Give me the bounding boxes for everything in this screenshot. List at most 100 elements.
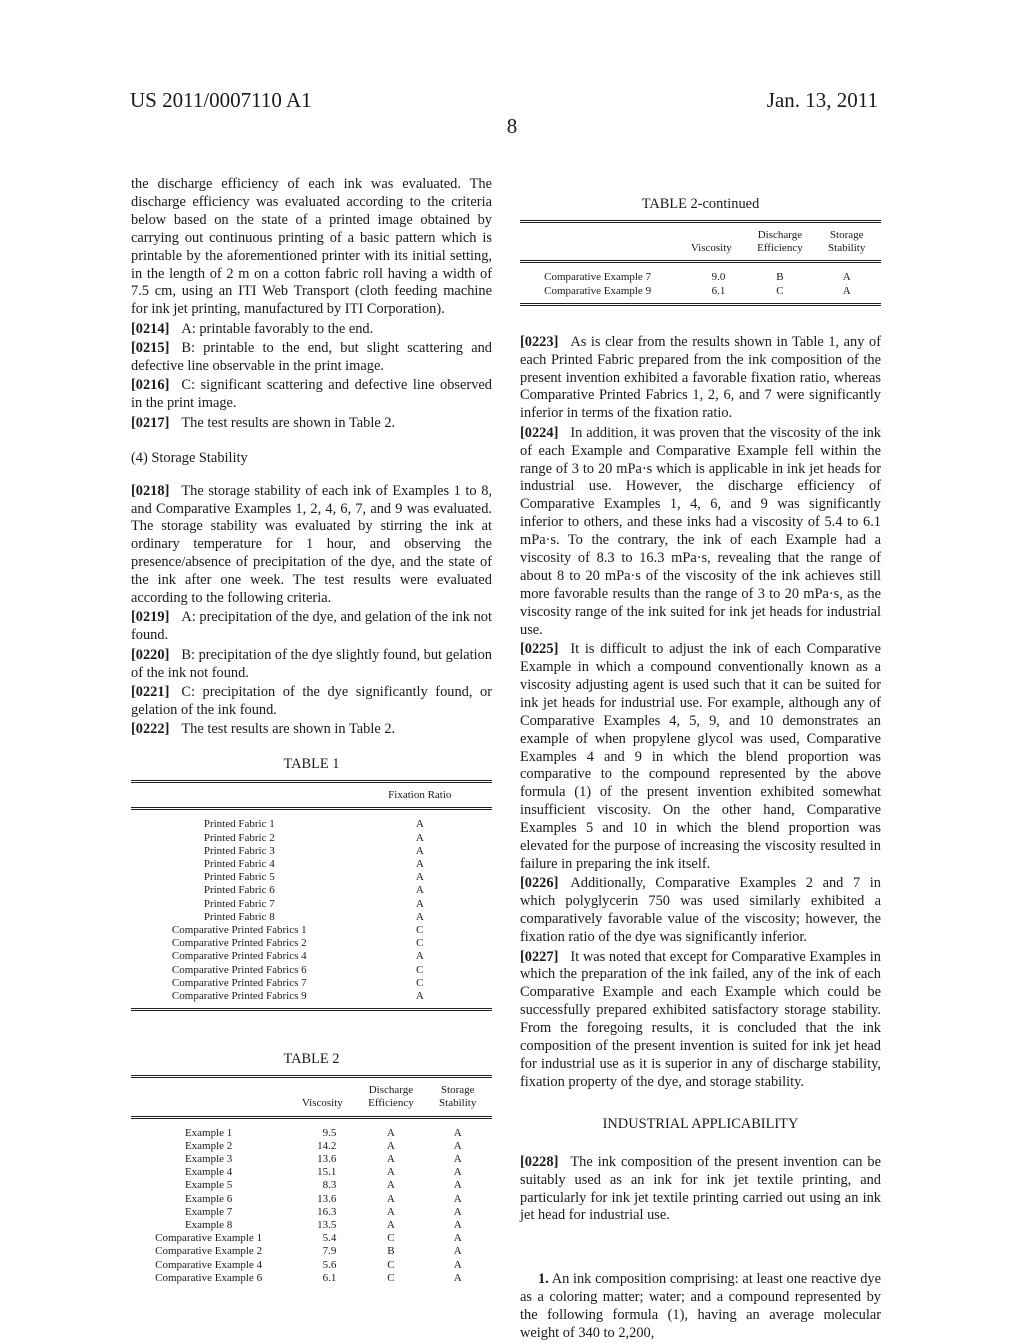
table-row: Comparative Example 2 7.9 B A: [131, 1245, 492, 1258]
row-label: Printed Fabric 5: [203, 871, 275, 884]
table-row: Printed Fabric 2 A: [131, 832, 492, 845]
paragraph-0215: [0215] B: printable to the end, but sligh…: [131, 340, 492, 376]
row-label: Printed Fabric 3: [203, 844, 275, 857]
table-cell: A: [453, 1126, 462, 1139]
paragraph-0225: [0225] It is difficult to adjust the ink …: [520, 641, 881, 874]
table-cell: A: [415, 858, 424, 870]
paragraph-number: [0214]: [131, 320, 170, 337]
row-label: Comparative Printed Fabrics 1: [171, 924, 307, 937]
paragraph-text: Additionally, Comparative Examples 2 and…: [520, 875, 881, 946]
table-row: Example 8 13.5 A A: [131, 1219, 492, 1232]
table-cell: 13.6: [317, 1192, 337, 1205]
claim-number: 1.: [538, 1271, 549, 1288]
column-header: [520, 221, 675, 261]
table-cell: C: [416, 937, 424, 950]
table-row: Example 6 13.6 A A: [131, 1193, 492, 1206]
table-cell: A: [415, 871, 424, 884]
paragraph-number: [0217]: [131, 414, 170, 431]
paragraph-0224: [0224] In addition, it was proven that th…: [520, 425, 881, 640]
table-row: Comparative Printed Fabrics 2 C: [131, 937, 492, 950]
paragraph-number: [0216]: [131, 377, 170, 394]
paragraph-text: B: precipitation of the dye slightly fou…: [131, 646, 492, 681]
table-row: Comparative Printed Fabrics 4 A: [131, 950, 492, 963]
table-cell: A: [415, 831, 424, 844]
table-cell: A: [386, 1152, 395, 1165]
row-label: Example 4: [184, 1166, 233, 1179]
column-header: Storage Stability: [439, 1084, 477, 1110]
table-cell: A: [386, 1166, 395, 1179]
table-cell: 13.6: [317, 1152, 337, 1165]
table-cell: 7.9: [322, 1245, 337, 1258]
paragraph-number: [0226]: [520, 875, 559, 892]
table-cell: C: [776, 284, 784, 297]
table-row: Printed Fabric 1 A: [131, 809, 492, 832]
table-row: Comparative Example 9 6.1 C A: [520, 285, 881, 305]
row-label: Comparative Printed Fabrics 2: [171, 937, 307, 950]
table-cell: 9.5: [322, 1126, 337, 1139]
table2-continued-title: TABLE 2-continued: [641, 196, 760, 212]
table-cell: 5.4: [322, 1232, 337, 1245]
left-column: the discharge efficiency of each ink was…: [131, 176, 492, 1290]
table-cell: 14.2: [317, 1139, 337, 1152]
paragraph-text: It is difficult to adjust the ink of eac…: [520, 641, 881, 872]
paragraph-text: A: printable favorably to the end.: [181, 320, 374, 337]
table-cell: A: [453, 1179, 462, 1192]
paragraph-0226: [0226] Additionally, Comparative Examples…: [520, 875, 881, 947]
table-row: Example 7 16.3 A A: [131, 1206, 492, 1219]
row-label: Example 1: [184, 1126, 233, 1139]
row-label: Example 2: [184, 1139, 233, 1152]
section-heading-storage-stability: (4) Storage Stability: [131, 449, 248, 466]
row-label: Example 5: [184, 1179, 233, 1192]
paragraph-number: [0220]: [131, 646, 170, 663]
row-label: Printed Fabric 7: [203, 897, 275, 910]
paragraph-text: A: precipitation of the dye, and gelatio…: [131, 609, 492, 644]
paragraph-number: [0228]: [520, 1153, 559, 1170]
column-header: Fixation Ratio: [388, 789, 452, 802]
table-row: Example 2 14.2 A A: [131, 1140, 492, 1153]
row-label: Example 8: [184, 1218, 233, 1231]
table-cell: C: [387, 1271, 395, 1284]
paragraph-0223: [0223] As is clear from the results shown…: [520, 334, 881, 424]
table-cell: A: [386, 1179, 395, 1192]
table-row: Comparative Example 1 5.4 C A: [131, 1232, 492, 1245]
table-cell: A: [386, 1218, 395, 1231]
paragraph-0214: [0214] A: printable favorably to the end.: [131, 321, 492, 339]
table-cell: A: [415, 818, 424, 831]
table-cell: A: [386, 1126, 395, 1139]
table-cell: A: [415, 884, 424, 897]
paragraph-text: It was noted that except for Comparative…: [520, 948, 881, 1090]
table-cell: 8.3: [322, 1179, 337, 1192]
table-row: Printed Fabric 8 A: [131, 911, 492, 924]
column-header: Discharge Efficiency: [757, 228, 803, 255]
table-row: Example 5 8.3 A A: [131, 1179, 492, 1192]
paragraph-text: The ink composition of the present inven…: [520, 1153, 881, 1224]
table-cell: C: [416, 976, 424, 989]
paragraph-0221: [0221] C: precipitation of the dye signif…: [131, 684, 492, 720]
table-cell: A: [453, 1192, 462, 1205]
table-row: Comparative Example 7 9.0 B A: [520, 262, 881, 285]
row-label: Comparative Printed Fabrics 7: [171, 976, 307, 989]
table-cell: A: [386, 1192, 395, 1205]
table-cell: A: [453, 1205, 462, 1218]
paragraph-text: C: precipitation of the dye significantl…: [131, 684, 492, 718]
table-row: Comparative Printed Fabrics 9 A: [131, 990, 492, 1010]
paragraph-text: The storage stability of each ink of Exa…: [131, 482, 492, 607]
table-cell: A: [386, 1139, 395, 1152]
paragraph-number: [0219]: [131, 609, 170, 626]
table2-title: TABLE 2: [283, 1051, 340, 1068]
section-heading-industrial-applicability: INDUSTRIAL APPLICABILITY: [602, 1115, 799, 1132]
row-label: Example 7: [184, 1205, 233, 1218]
row-label: Comparative Printed Fabrics 4: [171, 950, 307, 963]
paragraph-text: As is clear from the results shown in Ta…: [520, 333, 881, 422]
table-cell: 9.0: [711, 271, 726, 284]
row-label: Comparative Example 1: [155, 1232, 263, 1245]
table-cell: 13.5: [317, 1218, 337, 1231]
column-header: [131, 782, 348, 809]
paragraph-number: [0222]: [131, 721, 170, 738]
paragraph-number: [0215]: [131, 340, 170, 357]
right-column: TABLE 2-continued Viscosity Discharge Eff…: [520, 196, 881, 1343]
table-cell: 6.1: [711, 284, 726, 297]
table-cell: A: [453, 1166, 462, 1179]
discussion-paragraphs: [0223] As is clear from the results shown…: [520, 334, 881, 1092]
row-label: Comparative Example 6: [155, 1271, 263, 1284]
